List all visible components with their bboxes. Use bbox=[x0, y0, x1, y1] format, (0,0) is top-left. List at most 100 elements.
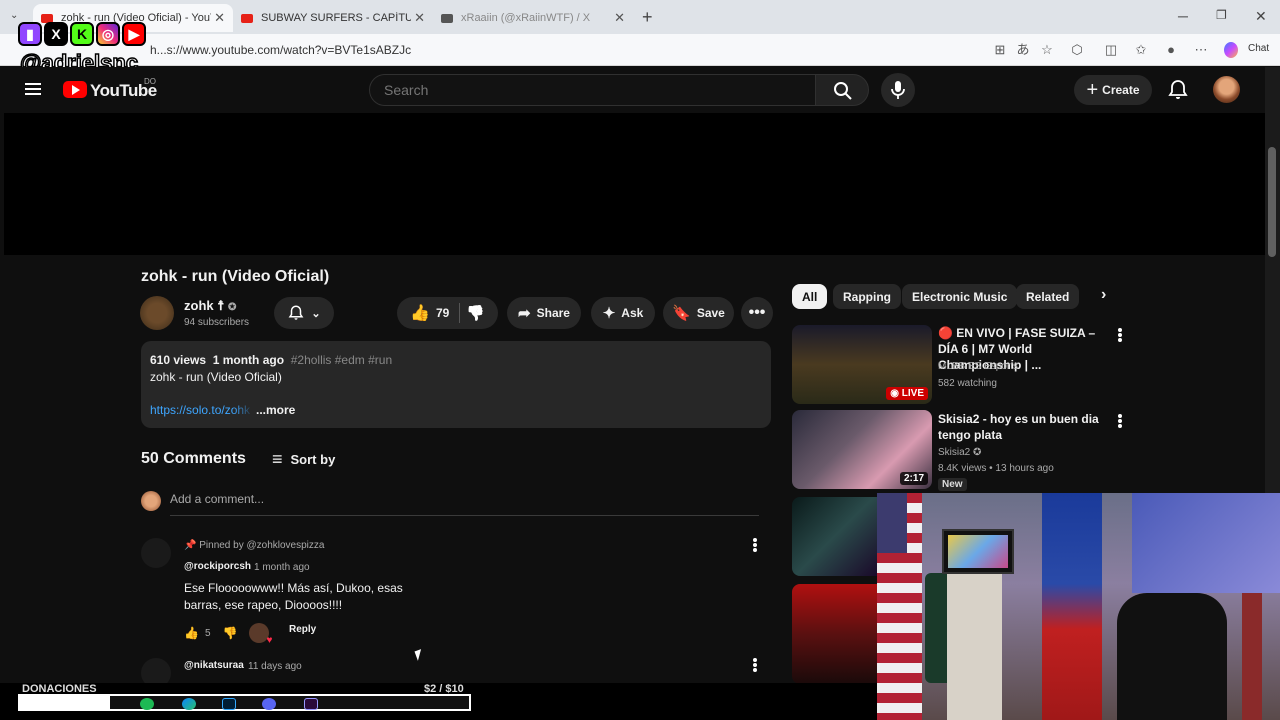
reply-button[interactable]: Reply bbox=[289, 624, 316, 635]
donations-progress-fill bbox=[20, 696, 110, 709]
tab-list-icon[interactable]: ⌄ bbox=[10, 10, 18, 21]
chat-label[interactable]: Chat bbox=[1248, 43, 1269, 54]
social-icons: ▮ X K ◎ ▶ bbox=[18, 22, 146, 46]
sort-by-button[interactable]: ≡ Sort by bbox=[272, 449, 335, 470]
description-box[interactable]: 610 views 1 month ago #2hollis #edm #run… bbox=[141, 341, 771, 428]
close-tab-icon[interactable]: ✕ bbox=[214, 10, 225, 26]
live-badge: ◉ LIVE bbox=[886, 387, 928, 400]
spotify-icon bbox=[140, 698, 154, 710]
rec-thumbnail[interactable]: ◉ LIVE bbox=[792, 325, 932, 404]
copilot-icon[interactable] bbox=[1224, 42, 1238, 58]
menu-icon[interactable] bbox=[25, 83, 41, 95]
bookmark-icon: 🔖 bbox=[672, 305, 691, 322]
rec-thumbnail[interactable] bbox=[792, 497, 877, 576]
chevron-right-icon[interactable]: › bbox=[1101, 286, 1106, 304]
close-window-icon[interactable]: ✕ bbox=[1255, 8, 1267, 25]
description-text: zohk - run (Video Oficial) bbox=[150, 370, 282, 384]
rec-channel[interactable]: MLBB ES Esports bbox=[938, 361, 1018, 372]
kick-icon: K bbox=[70, 22, 94, 46]
x-icon: X bbox=[44, 22, 68, 46]
twitch-icon: ▮ bbox=[18, 22, 42, 46]
comment-like-icon[interactable]: 👍 bbox=[184, 626, 199, 640]
comment-avatar[interactable] bbox=[141, 538, 171, 568]
comment-author[interactable]: @rockiporcsh bbox=[184, 561, 251, 572]
tab-x-profile[interactable]: xRaaiin (@xRaiinWTF) / X ✕ bbox=[433, 4, 633, 32]
share-button[interactable]: ➦ Share bbox=[507, 297, 581, 329]
share-icon: ➦ bbox=[518, 305, 531, 322]
add-comment-input[interactable]: Add a comment... bbox=[170, 492, 759, 516]
comment-time[interactable]: 1 month ago bbox=[254, 562, 310, 573]
close-tab-icon[interactable]: ✕ bbox=[614, 10, 625, 26]
youtube-header: YouTube DO + Create bbox=[0, 67, 1265, 113]
new-tab-icon[interactable]: + bbox=[642, 7, 653, 28]
youtube-logo-icon[interactable] bbox=[63, 81, 87, 98]
split-screen-icon[interactable]: ◫ bbox=[1103, 42, 1119, 58]
minimize-icon[interactable]: ─ bbox=[1178, 8, 1188, 24]
hashtags[interactable]: #2hollis #edm #run bbox=[291, 353, 392, 367]
channel-name[interactable]: zohk ☨ ✪ bbox=[184, 298, 236, 314]
verified-icon: ✪ bbox=[227, 302, 237, 313]
voice-search-button[interactable] bbox=[881, 73, 915, 107]
rec-title[interactable]: Skisia2 - hoy es un buen dia tengo plata bbox=[938, 411, 1108, 443]
chip-related[interactable]: Related bbox=[1016, 284, 1080, 309]
profile-icon[interactable]: ● bbox=[1163, 42, 1179, 58]
comment-dislike-icon[interactable]: 👎 bbox=[223, 626, 238, 640]
search-input[interactable] bbox=[369, 74, 816, 106]
chip-all[interactable]: All bbox=[792, 284, 828, 309]
comment-time[interactable]: 11 days ago bbox=[248, 661, 302, 672]
description-link[interactable]: https://solo.to/zohk bbox=[150, 403, 254, 417]
scrollbar-thumb[interactable] bbox=[1268, 147, 1276, 257]
more-actions-button[interactable]: ••• bbox=[741, 297, 773, 329]
subscribe-bell-button[interactable]: ⌄ bbox=[274, 297, 334, 329]
like-button[interactable]: 👍 79 bbox=[410, 303, 461, 323]
my-avatar bbox=[141, 491, 161, 511]
save-button[interactable]: 🔖 Save bbox=[663, 297, 734, 329]
video-player[interactable] bbox=[4, 113, 1265, 255]
rec-menu-icon[interactable] bbox=[1118, 419, 1122, 423]
rec-channel[interactable]: Skisia2 ✪ bbox=[938, 447, 981, 458]
close-tab-icon[interactable]: ✕ bbox=[414, 10, 425, 26]
extensions-icon[interactable]: ⬡ bbox=[1069, 42, 1085, 58]
favorite-star-icon[interactable]: ☆ bbox=[1039, 42, 1055, 58]
discord-icon bbox=[262, 698, 276, 710]
ask-button[interactable]: ✦ Ask bbox=[591, 297, 655, 329]
tab-subway-surfers[interactable]: SUBWAY SURFERS - CAPÍTULO 1 | ✕ bbox=[233, 4, 433, 32]
microphone-icon bbox=[891, 81, 905, 99]
channel-avatar[interactable] bbox=[140, 296, 174, 330]
mouse-cursor-icon bbox=[414, 649, 425, 661]
favorites-icon[interactable]: ✩ bbox=[1133, 42, 1149, 58]
upload-age: 1 month ago bbox=[212, 353, 285, 367]
save-label: Save bbox=[696, 306, 725, 320]
url-field[interactable]: h...s://www.youtube.com/watch?v=BVTe1sAB… bbox=[150, 43, 411, 57]
duration-text: 2:17 bbox=[903, 473, 924, 484]
app-available-icon[interactable]: ⊞ bbox=[992, 42, 1008, 58]
rec-thumbnail[interactable] bbox=[792, 584, 877, 684]
translate-icon[interactable]: あ bbox=[1015, 42, 1031, 58]
comment-menu-icon[interactable] bbox=[753, 663, 757, 667]
create-label: Create bbox=[1102, 83, 1140, 97]
comment-menu-icon[interactable] bbox=[753, 543, 757, 547]
tab-label: xRaaiin (@xRaiinWTF) / X bbox=[461, 12, 591, 24]
chip-electronic-music[interactable]: Electronic Music bbox=[902, 284, 1018, 309]
description-link-text: https://solo.to/zohk bbox=[150, 403, 251, 417]
create-button[interactable]: + Create bbox=[1074, 75, 1152, 105]
comment-actions: 👍 5 👎 ♥ bbox=[184, 623, 272, 646]
search-button[interactable] bbox=[815, 74, 869, 106]
notifications-bell-icon[interactable] bbox=[1166, 78, 1190, 102]
rec-menu-icon[interactable] bbox=[1118, 333, 1122, 337]
account-avatar[interactable] bbox=[1213, 76, 1240, 103]
show-more-button[interactable]: ...more bbox=[256, 403, 295, 417]
video-title: zohk - run (Video Oficial) bbox=[141, 268, 330, 285]
search-icon bbox=[834, 82, 852, 100]
comment-author[interactable]: @nikatsuraa bbox=[184, 660, 244, 671]
more-options-icon[interactable]: ⋯ bbox=[1193, 42, 1209, 58]
restore-icon[interactable]: ❐ bbox=[1216, 8, 1227, 22]
chip-rapping[interactable]: Rapping bbox=[833, 284, 901, 309]
thumbs-down-icon[interactable]: 👎 bbox=[466, 304, 485, 322]
rec-thumbnail[interactable]: 2:17 bbox=[792, 410, 932, 489]
comment-text: Ese Flooooowww!! Más así, Dukoo, esas ba… bbox=[184, 581, 403, 612]
back-wall bbox=[1132, 493, 1280, 593]
like-dislike-group: 👍 79 👎 bbox=[397, 297, 498, 329]
duration-badge: 2:17 bbox=[899, 472, 928, 485]
flag-canton bbox=[877, 493, 907, 553]
